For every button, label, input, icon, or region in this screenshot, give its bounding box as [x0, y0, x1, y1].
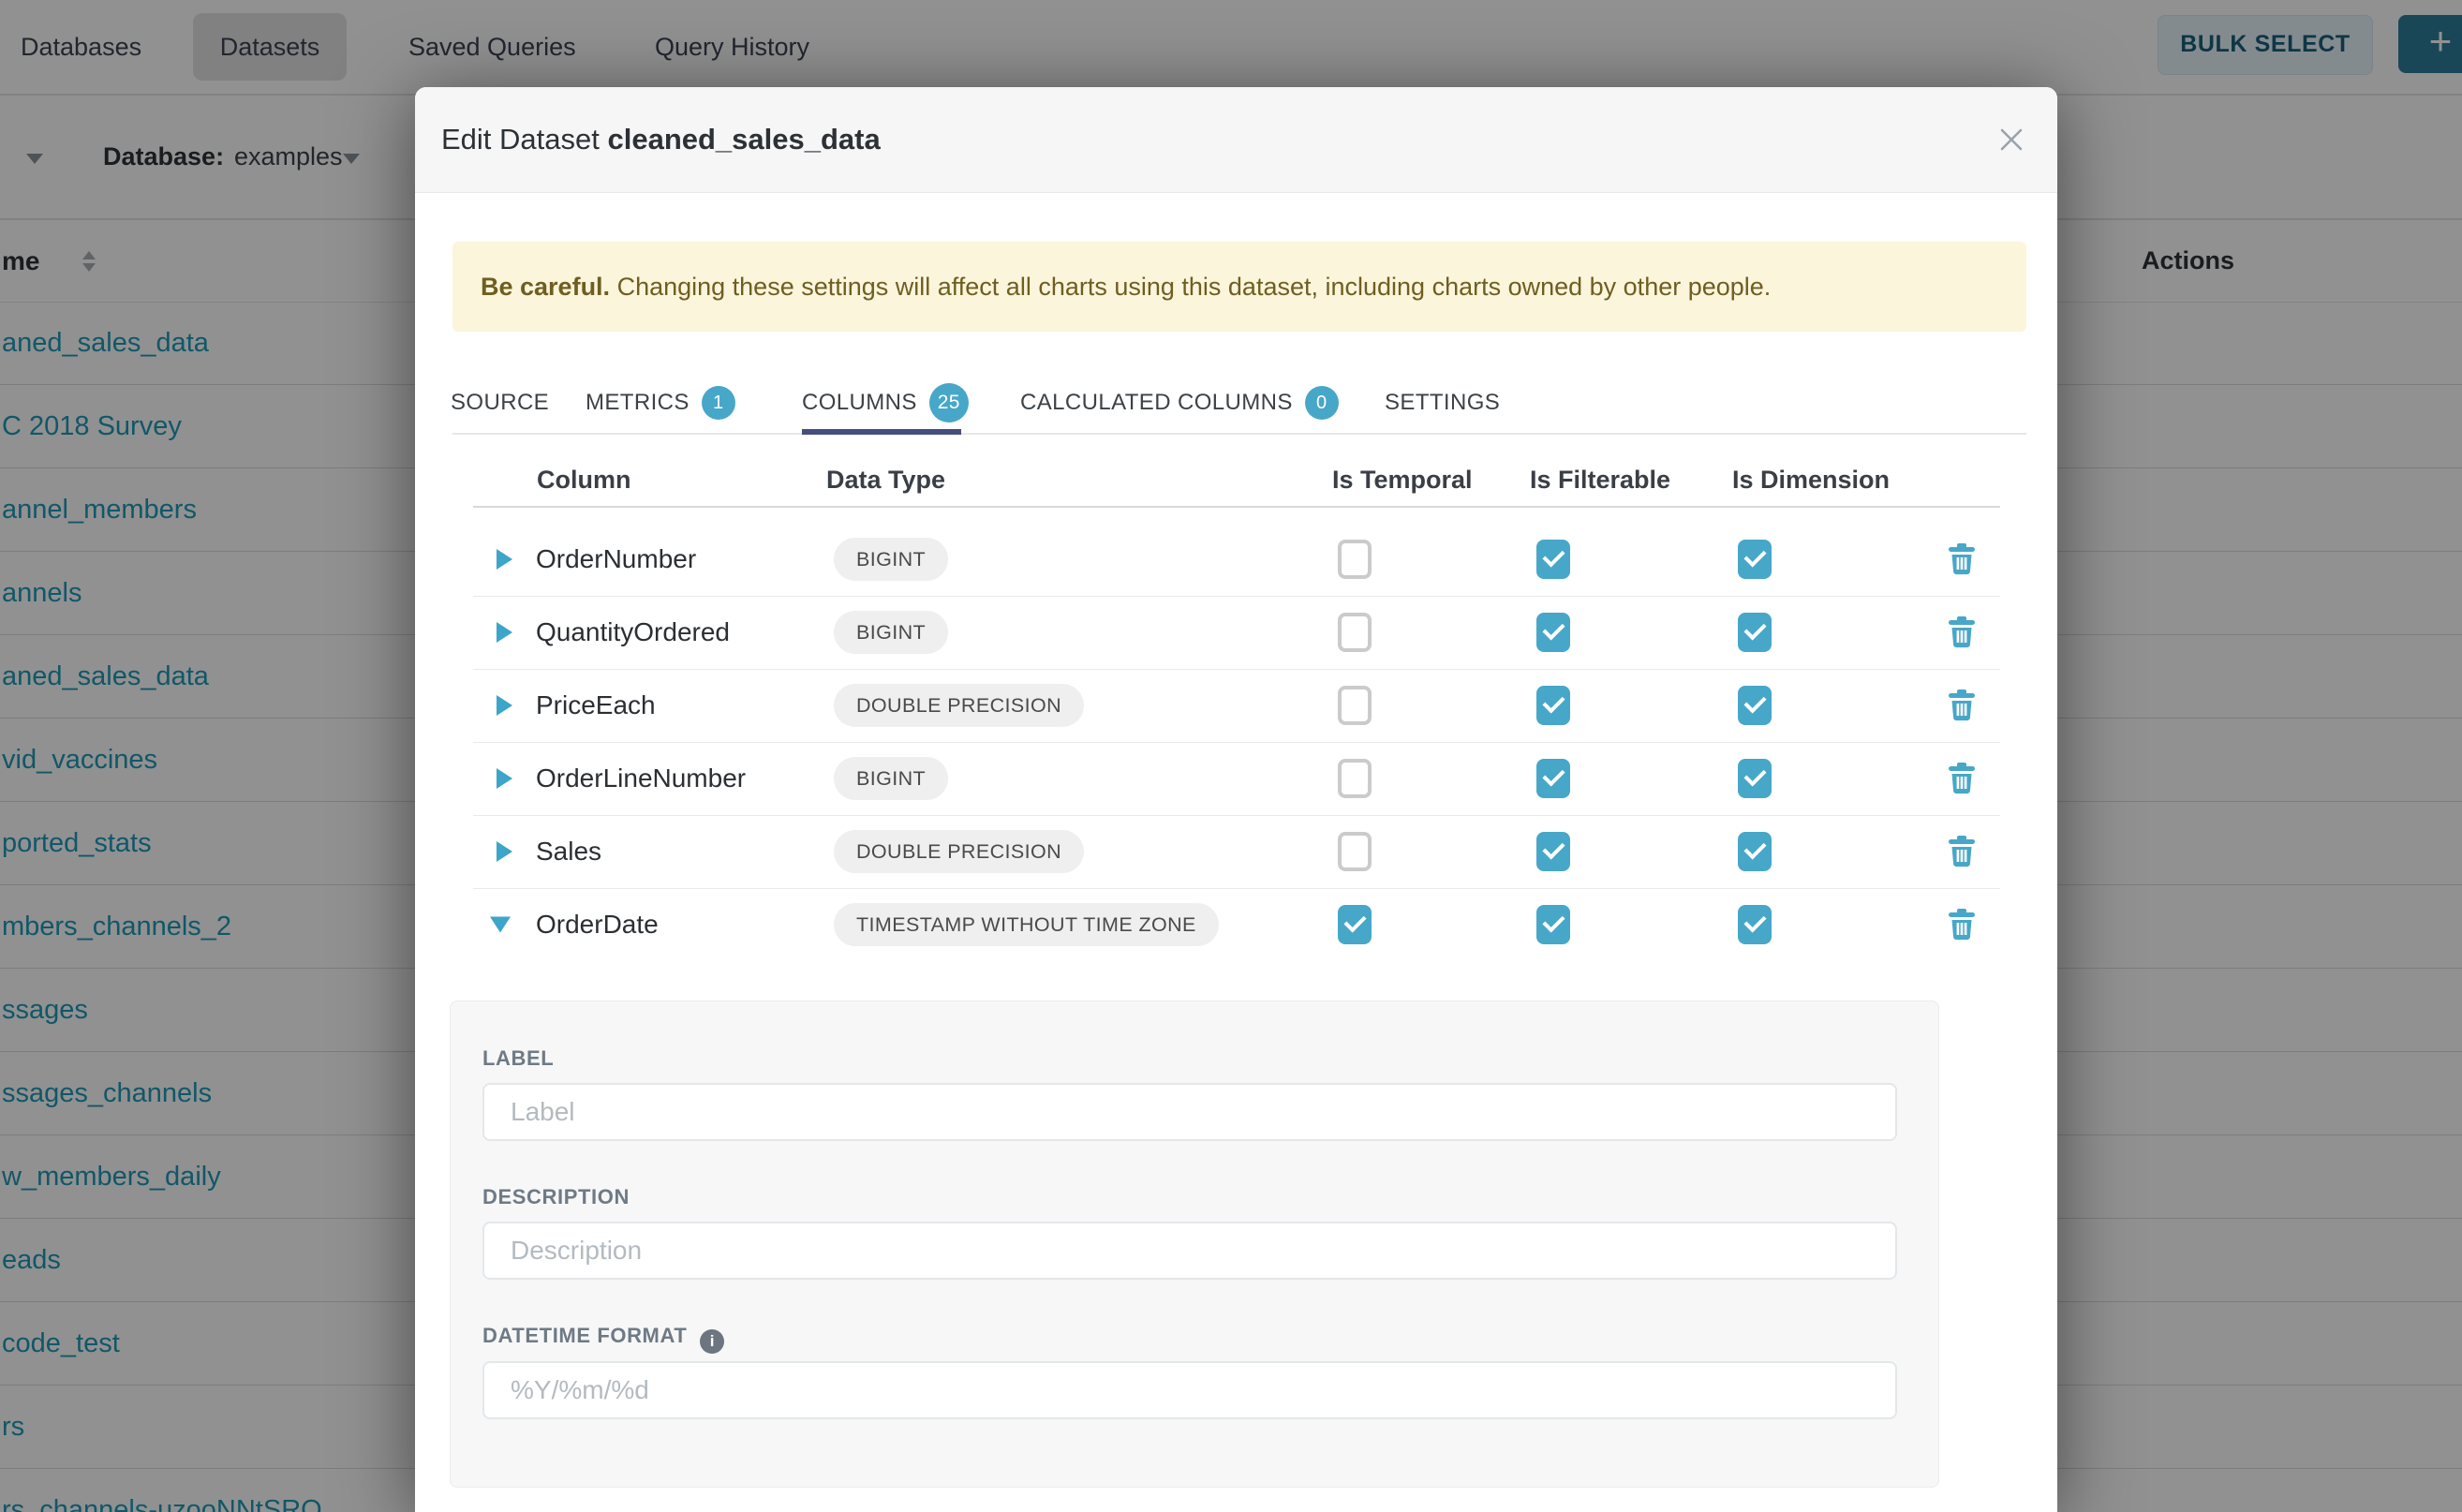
- modal-header: Edit Dataset cleaned_sales_data: [415, 87, 2057, 193]
- is-temporal-checkbox[interactable]: [1338, 613, 1372, 652]
- is-dimension-checkbox[interactable]: [1738, 540, 1772, 579]
- data-type-pill: BIGINT: [834, 538, 948, 581]
- column-name: OrderNumber: [536, 544, 696, 574]
- column-row-orderlinenumber: OrderLineNumber BIGINT: [473, 742, 2000, 816]
- column-name: OrderDate: [536, 910, 659, 940]
- tab-source[interactable]: SOURCE: [451, 377, 549, 429]
- column-detail-panel: LABEL DESCRIPTION DATETIME FORMATi: [450, 1001, 1939, 1488]
- close-icon[interactable]: [1998, 126, 2024, 153]
- tab-settings[interactable]: SETTINGS: [1385, 377, 1500, 429]
- is-filterable-checkbox[interactable]: [1536, 540, 1570, 579]
- is-filterable-checkbox[interactable]: [1536, 905, 1570, 944]
- delete-column-icon[interactable]: [1948, 763, 1976, 794]
- column-row-ordernumber: OrderNumber BIGINT: [473, 523, 2000, 597]
- modal-body: Be careful. Changing these settings will…: [415, 193, 2057, 1512]
- expand-caret-icon[interactable]: [497, 768, 512, 789]
- column-row-sales: Sales DOUBLE PRECISION: [473, 815, 2000, 889]
- data-type-pill: TIMESTAMP WITHOUT TIME ZONE: [834, 903, 1219, 946]
- column-name: QuantityOrdered: [536, 617, 730, 647]
- collapse-caret-icon[interactable]: [490, 917, 511, 933]
- tab-label: CALCULATED COLUMNS: [1020, 390, 1293, 416]
- columns-table-header: Column Data Type Is Temporal Is Filterab…: [415, 455, 2057, 504]
- expand-caret-icon[interactable]: [497, 695, 512, 716]
- active-tab-underline: [802, 429, 961, 435]
- is-dimension-header: Is Dimension: [1732, 455, 1890, 504]
- tabs-divider: [452, 433, 2026, 435]
- data-type-pill: BIGINT: [834, 611, 948, 654]
- data-type-pill: DOUBLE PRECISION: [834, 830, 1084, 873]
- is-filterable-checkbox[interactable]: [1536, 832, 1570, 871]
- app-root: Databases Datasets Saved Queries Query H…: [0, 0, 2462, 1512]
- delete-column-icon[interactable]: [1948, 909, 1976, 941]
- tab-label: COLUMNS: [802, 390, 917, 416]
- data-type-header: Data Type: [826, 455, 945, 504]
- edit-dataset-modal: Edit Dataset cleaned_sales_data Be caref…: [415, 87, 2057, 1512]
- is-dimension-checkbox[interactable]: [1738, 832, 1772, 871]
- delete-column-icon[interactable]: [1948, 689, 1976, 721]
- is-temporal-checkbox[interactable]: [1338, 759, 1372, 798]
- expand-caret-icon[interactable]: [497, 549, 512, 570]
- data-type-pill: DOUBLE PRECISION: [834, 684, 1084, 727]
- is-temporal-checkbox[interactable]: [1338, 686, 1372, 725]
- delete-column-icon[interactable]: [1948, 616, 1976, 648]
- datetime-format-field-label: DATETIME FORMATi: [482, 1324, 724, 1348]
- column-name: OrderLineNumber: [536, 763, 746, 793]
- tab-columns[interactable]: COLUMNS 25: [802, 377, 969, 429]
- warning-banner: Be careful. Changing these settings will…: [452, 242, 2026, 332]
- expand-caret-icon[interactable]: [497, 622, 512, 643]
- label-input[interactable]: [482, 1083, 1897, 1141]
- column-row-orderdate: OrderDate TIMESTAMP WITHOUT TIME ZONE: [473, 888, 2000, 961]
- column-name: Sales: [536, 837, 601, 867]
- datetime-format-label-text: DATETIME FORMAT: [482, 1324, 687, 1347]
- delete-column-icon[interactable]: [1948, 543, 1976, 575]
- metrics-count-badge: 1: [702, 386, 735, 420]
- label-field-label: LABEL: [482, 1046, 554, 1071]
- is-dimension-checkbox[interactable]: [1738, 686, 1772, 725]
- tab-label: SOURCE: [451, 390, 549, 416]
- table-header-divider: [473, 506, 2000, 508]
- calculated-columns-count-badge: 0: [1305, 386, 1339, 420]
- is-temporal-header: Is Temporal: [1332, 455, 1473, 504]
- warning-text: Changing these settings will affect all …: [610, 273, 1771, 301]
- is-temporal-checkbox[interactable]: [1338, 540, 1372, 579]
- is-filterable-checkbox[interactable]: [1536, 686, 1570, 725]
- description-input[interactable]: [482, 1222, 1897, 1280]
- column-row-quantityordered: QuantityOrdered BIGINT: [473, 596, 2000, 670]
- tab-label: METRICS: [586, 390, 690, 416]
- is-temporal-checkbox[interactable]: [1338, 905, 1372, 944]
- modal-title-dataset-name: cleaned_sales_data: [607, 123, 880, 156]
- modal-title-prefix: Edit Dataset: [441, 123, 607, 156]
- modal-tabs: SOURCE METRICS 1 COLUMNS 25 CALCULATED COL…: [415, 377, 2057, 435]
- data-type-pill: BIGINT: [834, 757, 948, 800]
- info-icon[interactable]: i: [700, 1329, 724, 1354]
- columns-count-badge: 25: [929, 383, 969, 422]
- tab-calculated-columns[interactable]: CALCULATED COLUMNS 0: [1020, 377, 1339, 429]
- datetime-format-input[interactable]: [482, 1361, 1897, 1419]
- is-filterable-header: Is Filterable: [1530, 455, 1670, 504]
- is-temporal-checkbox[interactable]: [1338, 832, 1372, 871]
- is-dimension-checkbox[interactable]: [1738, 759, 1772, 798]
- modal-title: Edit Dataset cleaned_sales_data: [441, 87, 881, 192]
- column-header: Column: [537, 455, 631, 504]
- column-row-priceeach: PriceEach DOUBLE PRECISION: [473, 669, 2000, 743]
- is-dimension-checkbox[interactable]: [1738, 905, 1772, 944]
- column-name: PriceEach: [536, 690, 656, 720]
- tab-label: SETTINGS: [1385, 390, 1500, 416]
- tab-metrics[interactable]: METRICS 1: [586, 377, 735, 429]
- description-field-label: DESCRIPTION: [482, 1185, 630, 1209]
- is-dimension-checkbox[interactable]: [1738, 613, 1772, 652]
- is-filterable-checkbox[interactable]: [1536, 759, 1570, 798]
- warning-bold-text: Be careful.: [481, 273, 610, 301]
- expand-caret-icon[interactable]: [497, 841, 512, 862]
- delete-column-icon[interactable]: [1948, 836, 1976, 867]
- is-filterable-checkbox[interactable]: [1536, 613, 1570, 652]
